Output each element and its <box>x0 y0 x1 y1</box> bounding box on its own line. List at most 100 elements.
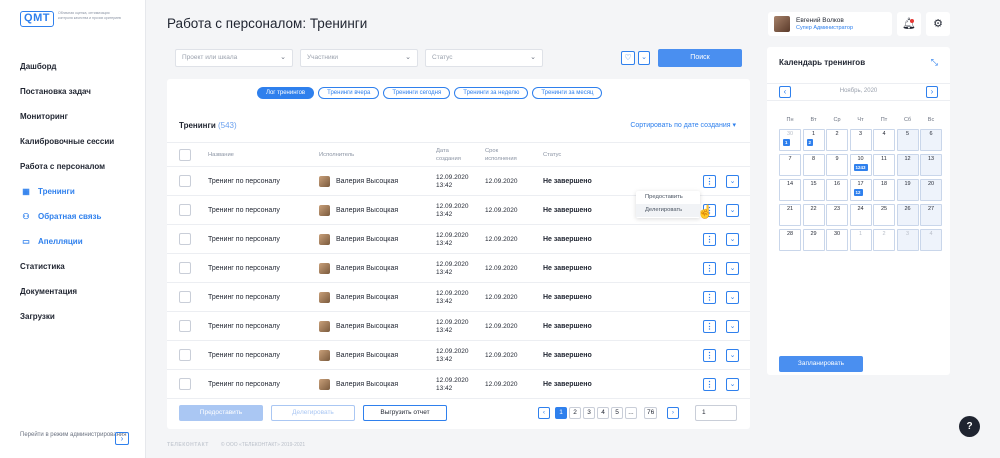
calendar-day[interactable]: 12 <box>802 129 825 151</box>
sidebar-item-1[interactable]: Постановка задач <box>20 79 140 104</box>
select-all-checkbox[interactable] <box>179 149 191 161</box>
prev-page-icon[interactable]: ‹ <box>538 407 550 419</box>
logo[interactable]: QMT Облачная оценка, оптимизация контрол… <box>20 11 124 27</box>
calendar-day[interactable]: 2 <box>826 129 848 151</box>
calendar-day[interactable]: 27 <box>920 204 942 226</box>
row-checkbox[interactable] <box>179 291 191 303</box>
page-button[interactable]: 3 <box>583 407 595 419</box>
sidebar-item-9[interactable]: Документация <box>20 279 140 304</box>
chevron-down-icon[interactable]: ⌄ <box>726 291 739 304</box>
chip-2[interactable]: Тренинги сегодня <box>383 87 451 99</box>
settings-button[interactable]: ⚙ <box>926 12 950 36</box>
more-options-icon[interactable]: ⋮ <box>703 233 716 246</box>
sidebar-item-8[interactable]: Статистика <box>20 254 140 279</box>
participants-select[interactable]: Участники ⌄ <box>300 49 418 67</box>
row-checkbox[interactable] <box>179 349 191 361</box>
calendar-day[interactable]: 10 1243 <box>849 154 872 176</box>
calendar-day[interactable]: 13 <box>920 154 942 176</box>
calendar-day[interactable]: 21 <box>779 204 801 226</box>
sidebar-item-3[interactable]: Калибровочные сессии <box>20 129 140 154</box>
calendar-day[interactable]: 9 <box>826 154 848 176</box>
more-options-icon[interactable]: ⋮ <box>703 262 716 275</box>
chip-4[interactable]: Тренинги за месяц <box>532 87 603 99</box>
page-button[interactable]: 4 <box>597 407 609 419</box>
status-select[interactable]: Статус ⌄ <box>425 49 543 67</box>
calendar-day[interactable]: 26 <box>896 204 919 226</box>
training-count-badge[interactable]: 1 <box>783 139 790 146</box>
calendar-day[interactable]: 30 <box>826 229 848 251</box>
notifications-button[interactable]: 🔔︎ <box>897 12 921 36</box>
chevron-down-icon[interactable]: ⌄ <box>726 262 739 275</box>
calendar-day[interactable]: 23 <box>826 204 848 226</box>
favorite-dropdown-icon[interactable]: ⌄ <box>638 51 650 65</box>
next-month-icon[interactable]: › <box>926 86 938 98</box>
calendar-day[interactable]: 28 <box>779 229 801 251</box>
provide-button[interactable]: Предоставить <box>179 405 263 421</box>
table-row[interactable]: Тренинг по персоналу Валерия Высоцкая 12… <box>167 370 750 399</box>
export-report-button[interactable]: Выгрузить отчет <box>363 405 447 421</box>
project-select[interactable]: Проект или шкала ⌄ <box>175 49 293 67</box>
chevron-down-icon[interactable]: ⌄ <box>726 349 739 362</box>
schedule-button[interactable]: Запланировать <box>779 356 863 372</box>
calendar-day[interactable]: 29 <box>802 229 825 251</box>
more-options-icon[interactable]: ⋮ <box>703 349 716 362</box>
more-options-icon[interactable]: ⋮ <box>703 175 716 188</box>
chevron-down-icon[interactable]: ⌄ <box>726 320 739 333</box>
calendar-day[interactable]: 22 <box>802 204 825 226</box>
chip-3[interactable]: Тренинги за неделю <box>454 87 529 99</box>
sort-dropdown[interactable]: Сортировать по дате создания ▾ <box>630 121 736 129</box>
sidebar-item-10[interactable]: Загрузки <box>20 304 140 329</box>
sidebar-item-2[interactable]: Мониторинг <box>20 104 140 129</box>
calendar-day[interactable]: 2 <box>873 229 895 251</box>
sidebar-item-5[interactable]: ▦ Тренинги <box>20 179 140 204</box>
table-row[interactable]: Тренинг по персоналу Валерия Высоцкая 12… <box>167 283 750 312</box>
help-button[interactable]: ? <box>959 416 980 437</box>
row-checkbox[interactable] <box>179 262 191 274</box>
table-row[interactable]: Тренинг по персоналу Валерия Высоцкая 12… <box>167 254 750 283</box>
calendar-day[interactable]: 6 <box>920 129 942 151</box>
next-page-icon[interactable]: › <box>667 407 679 419</box>
search-button[interactable]: Поиск <box>658 49 742 67</box>
admin-switch-button[interactable]: › <box>115 432 129 445</box>
calendar-day[interactable]: 24 <box>849 204 872 226</box>
calendar-day[interactable]: 19 <box>896 179 919 201</box>
calendar-day[interactable]: 3 <box>896 229 919 251</box>
training-count-badge[interactable]: 1243 <box>853 164 868 171</box>
page-number-input[interactable]: 1 <box>695 405 737 421</box>
favorite-icon[interactable]: ♡ <box>621 51 635 65</box>
table-row[interactable]: Тренинг по персоналу Валерия Высоцкая 12… <box>167 312 750 341</box>
sidebar-item-7[interactable]: ▭ Апелляции <box>20 229 140 254</box>
delegate-button[interactable]: Делегировать <box>271 405 355 421</box>
more-options-icon[interactable]: ⋮ <box>703 378 716 391</box>
menu-item-delegate[interactable]: Делегировать <box>636 204 700 217</box>
sidebar-item-4[interactable]: Работа с персоналом <box>20 154 140 179</box>
chevron-down-icon[interactable]: ⌄ <box>726 233 739 246</box>
page-button[interactable]: 76 <box>644 407 658 419</box>
calendar-day[interactable]: 25 <box>873 204 895 226</box>
calendar-day[interactable]: 30 1 <box>779 129 801 151</box>
table-row[interactable]: Тренинг по персоналу Валерия Высоцкая 12… <box>167 341 750 370</box>
calendar-day[interactable]: 20 <box>920 179 942 201</box>
training-count-badge[interactable]: 12 <box>853 189 863 196</box>
calendar-day[interactable]: 3 <box>849 129 872 151</box>
calendar-day[interactable]: 4 <box>920 229 942 251</box>
calendar-day[interactable]: 16 <box>826 179 848 201</box>
calendar-day[interactable]: 5 <box>896 129 919 151</box>
calendar-day[interactable]: 11 <box>873 154 895 176</box>
sidebar-item-6[interactable]: ⚇ Обратная связь <box>20 204 140 229</box>
page-button[interactable]: 5 <box>611 407 623 419</box>
menu-item-provide[interactable]: Предоставить <box>636 191 700 204</box>
calendar-day[interactable]: 1 <box>849 229 872 251</box>
more-options-icon[interactable]: ⋮ <box>703 320 716 333</box>
chip-1[interactable]: Тренинги вчера <box>318 87 380 99</box>
calendar-day[interactable]: 4 <box>873 129 895 151</box>
page-button[interactable]: 2 <box>569 407 581 419</box>
calendar-day[interactable]: 12 <box>896 154 919 176</box>
row-checkbox[interactable] <box>179 233 191 245</box>
row-checkbox[interactable] <box>179 378 191 390</box>
page-button[interactable]: 1 <box>555 407 567 419</box>
user-profile[interactable]: Евгений Волков Супер Администратор <box>768 12 892 36</box>
calendar-day[interactable]: 14 <box>779 179 801 201</box>
calendar-day[interactable]: 15 <box>802 179 825 201</box>
chip-0[interactable]: Лог тренингов <box>257 87 315 99</box>
